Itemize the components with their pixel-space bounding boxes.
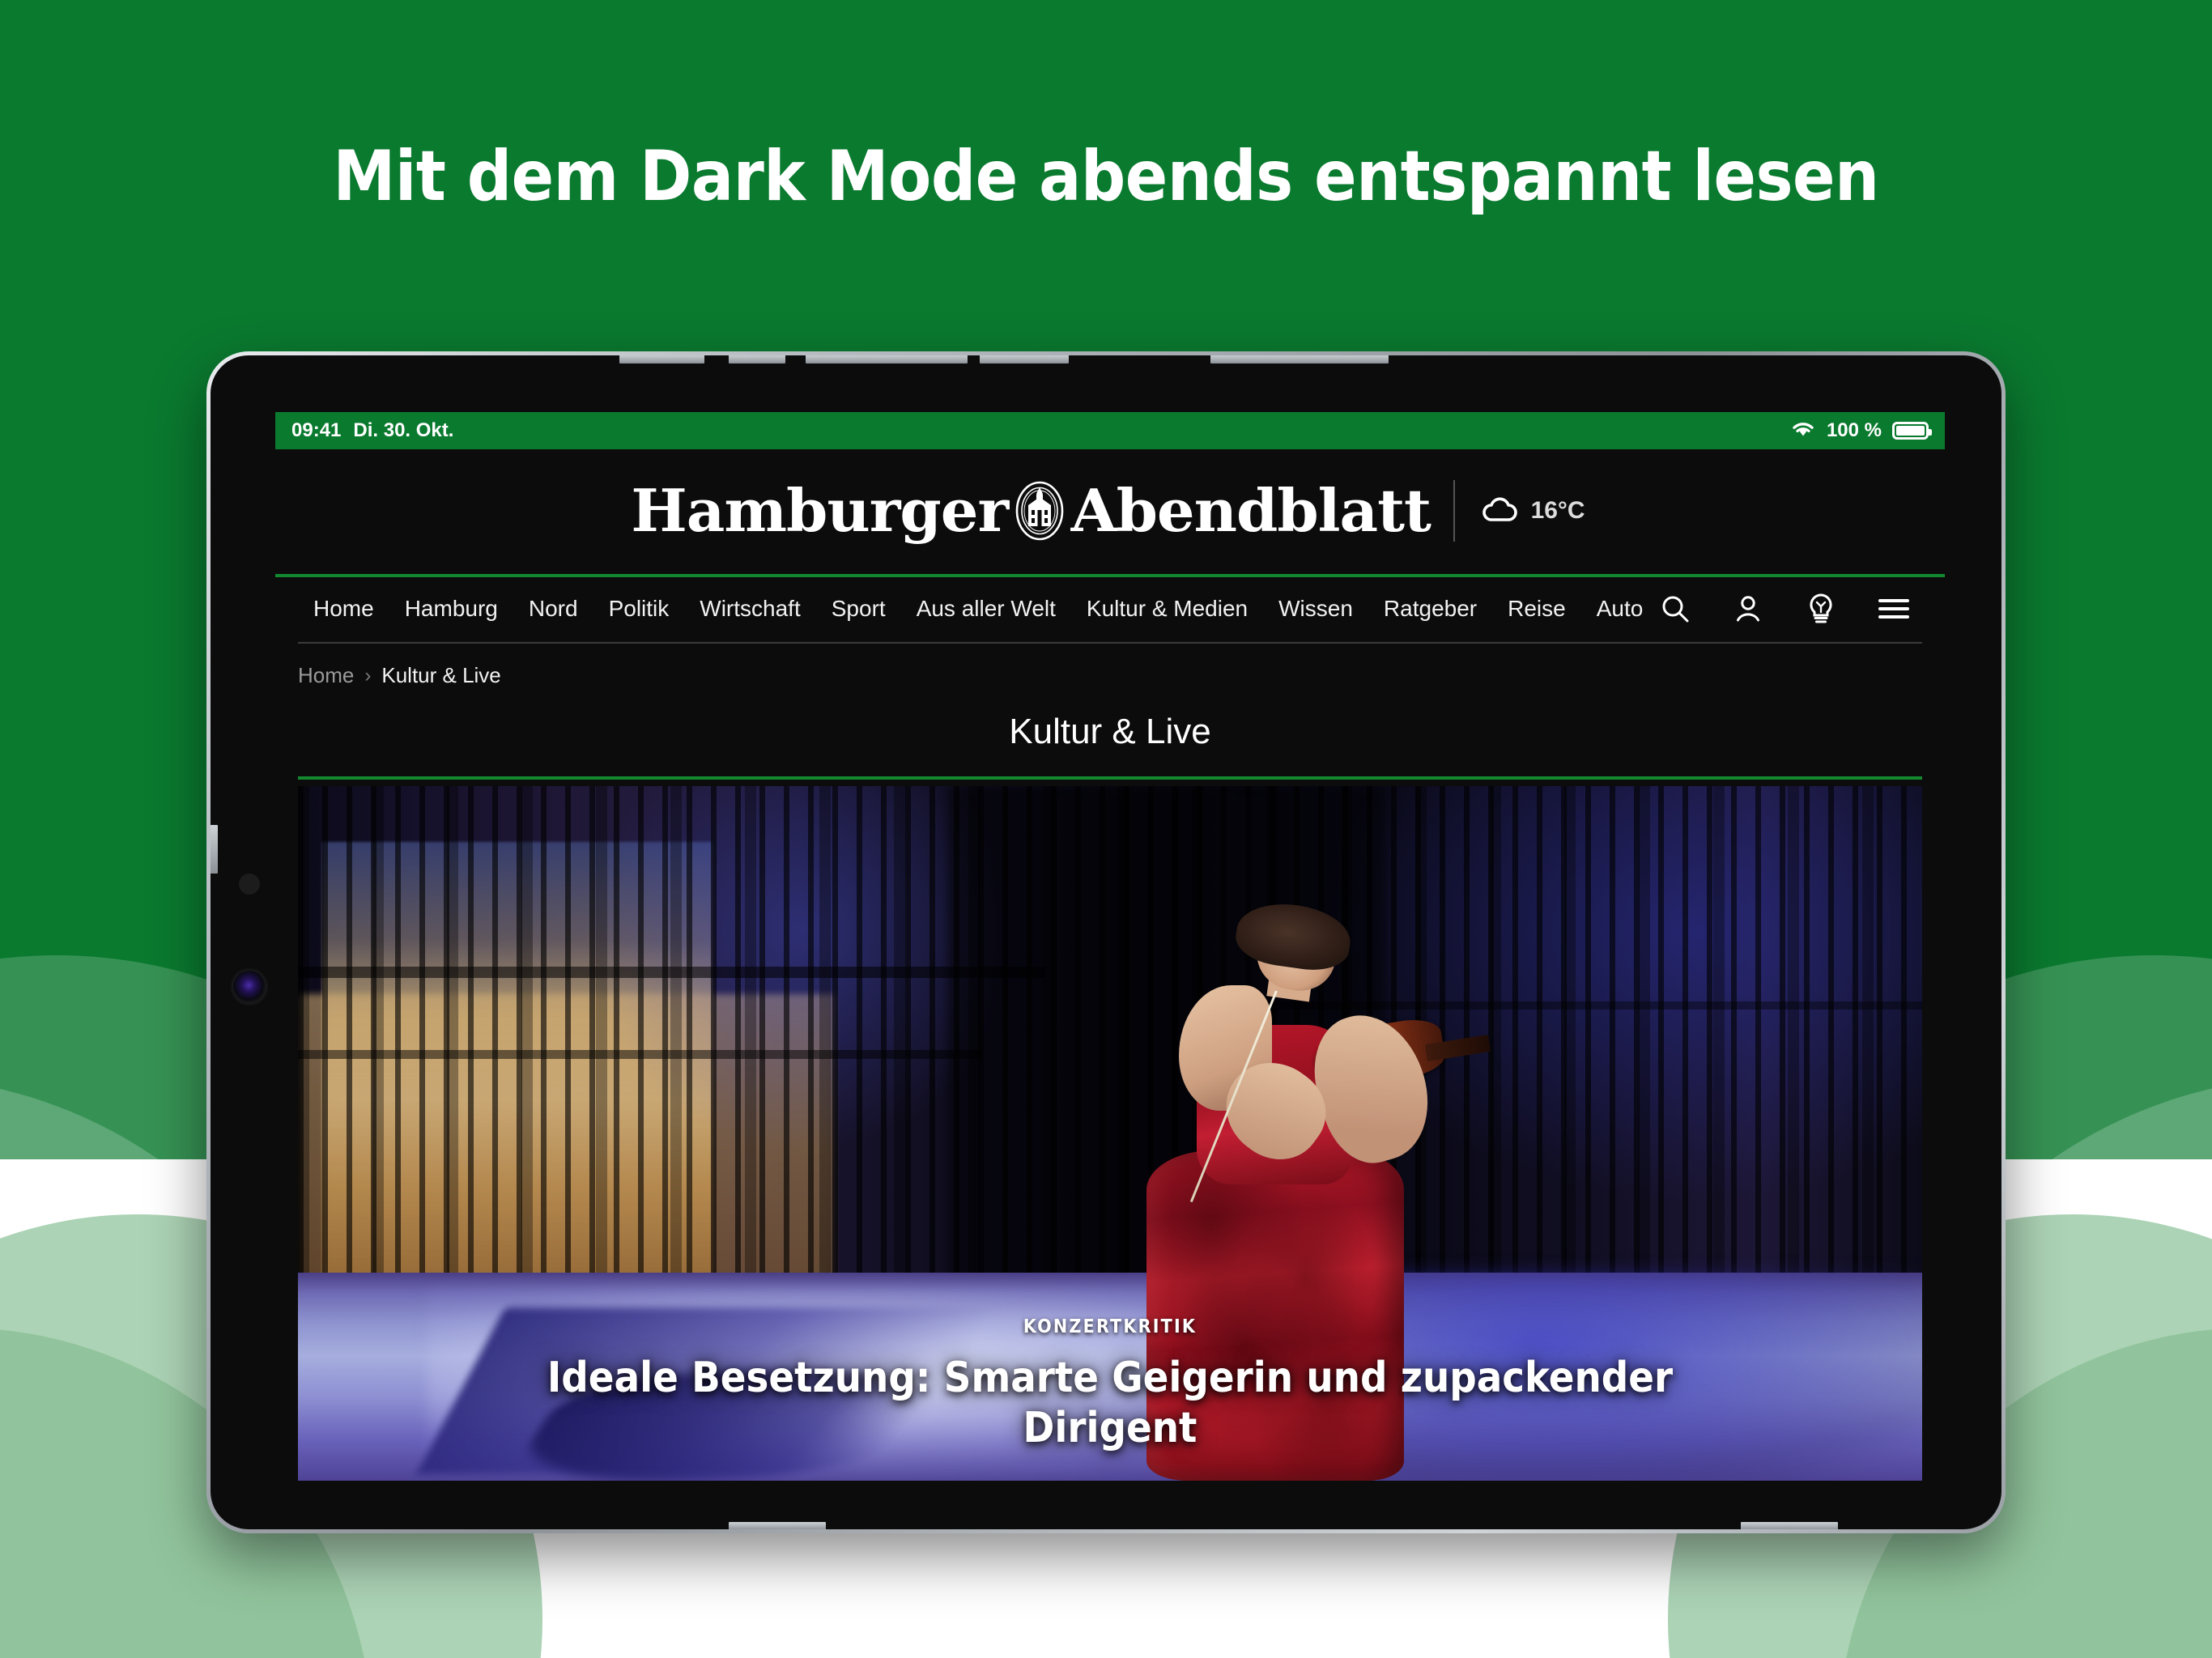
nav-item-home[interactable]: Home	[298, 596, 389, 622]
status-date: Di. 30. Okt.	[353, 419, 454, 441]
weather-temperature: 16°C	[1530, 497, 1585, 524]
breadcrumb-item-current: Kultur & Live	[381, 663, 501, 687]
battery-percent-label: 100 %	[1826, 419, 1882, 441]
status-bar: 09:41 Di. 30. Okt. 100 %	[275, 412, 1945, 449]
front-camera-icon	[233, 971, 266, 1003]
antenna-band	[729, 1522, 826, 1529]
promo-headline: Mit dem Dark Mode abends entspannt lesen	[333, 136, 1879, 217]
page-title-rule	[298, 776, 1922, 780]
lightbulb-darkmode-icon[interactable]	[1804, 592, 1838, 626]
weather-widget[interactable]: 16°C	[1481, 495, 1585, 527]
hero-text-overlay: KONZERTKRITIK Ideale Besetzung: Smarte G…	[298, 1316, 1922, 1481]
antenna-band	[619, 355, 704, 363]
antenna-band	[211, 825, 218, 874]
cloud-icon	[1481, 495, 1518, 527]
hero-kicker: KONZERTKRITIK	[1023, 1316, 1197, 1338]
hamburger-menu-icon[interactable]	[1877, 592, 1911, 626]
antenna-band	[729, 355, 785, 363]
nav-item-sport[interactable]: Sport	[816, 596, 901, 622]
page-title: Kultur & Live	[1009, 712, 1211, 751]
breadcrumb-separator-icon: ›	[364, 664, 372, 687]
nav-item-wirtschaft[interactable]: Wirtschaft	[684, 596, 815, 622]
hamburg-crest-seal-icon	[1010, 481, 1070, 541]
site-logo[interactable]: Hamburger Abendblatt	[631, 476, 1431, 545]
tablet-device-frame: 09:41 Di. 30. Okt. 100 % Hamburger Abend…	[206, 351, 2006, 1533]
account-person-icon[interactable]	[1731, 592, 1765, 626]
battery-full-icon	[1892, 422, 1932, 440]
tablet-screen: 09:41 Di. 30. Okt. 100 % Hamburger Abend…	[211, 355, 2001, 1529]
main-navigation: Home Hamburg Nord Politik Wirtschaft Spo…	[275, 577, 1945, 640]
app-viewport: 09:41 Di. 30. Okt. 100 % Hamburger Abend…	[275, 412, 1945, 1481]
status-bar-right: 100 %	[1790, 419, 1932, 444]
breadcrumb-item-home[interactable]: Home	[298, 663, 354, 688]
masthead: Hamburger Abendblatt 16°C	[275, 449, 1945, 572]
nav-item-nord[interactable]: Nord	[513, 596, 593, 622]
nav-item-kultur-medien[interactable]: Kultur & Medien	[1071, 596, 1263, 622]
nav-items: Home Hamburg Nord Politik Wirtschaft Spo…	[298, 596, 1658, 622]
logo-word-abendblatt: Abendblatt	[1070, 476, 1431, 545]
nav-item-politik[interactable]: Politik	[593, 596, 685, 622]
nav-item-ratgeber[interactable]: Ratgeber	[1368, 596, 1492, 622]
nav-item-wissen[interactable]: Wissen	[1263, 596, 1368, 622]
nav-rule-bottom	[298, 642, 1922, 644]
nav-item-aus-aller-welt[interactable]: Aus aller Welt	[901, 596, 1071, 622]
status-bar-left: 09:41 Di. 30. Okt.	[291, 419, 453, 442]
hero-article-card[interactable]: KONZERTKRITIK Ideale Besetzung: Smarte G…	[298, 786, 1922, 1481]
antenna-band	[1210, 355, 1389, 363]
search-icon[interactable]	[1658, 592, 1692, 626]
wifi-icon	[1790, 419, 1816, 444]
nav-item-hamburg[interactable]: Hamburg	[389, 596, 513, 622]
breadcrumb: Home › Kultur & Live	[298, 663, 501, 688]
antenna-band	[1741, 1522, 1838, 1529]
nav-item-auto[interactable]: Auto	[1581, 596, 1659, 622]
nav-item-reise[interactable]: Reise	[1492, 596, 1581, 622]
antenna-band	[806, 355, 968, 363]
ambient-sensor-icon	[239, 874, 260, 895]
battery-fill	[1896, 426, 1925, 436]
hero-headline[interactable]: Ideale Besetzung: Smarte Geigerin und zu…	[503, 1354, 1717, 1453]
status-time: 09:41	[291, 419, 342, 441]
nav-icon-group	[1658, 592, 1924, 626]
masthead-divider	[1453, 480, 1455, 542]
logo-word-hamburger: Hamburger	[631, 476, 1010, 545]
antenna-band	[980, 355, 1069, 363]
